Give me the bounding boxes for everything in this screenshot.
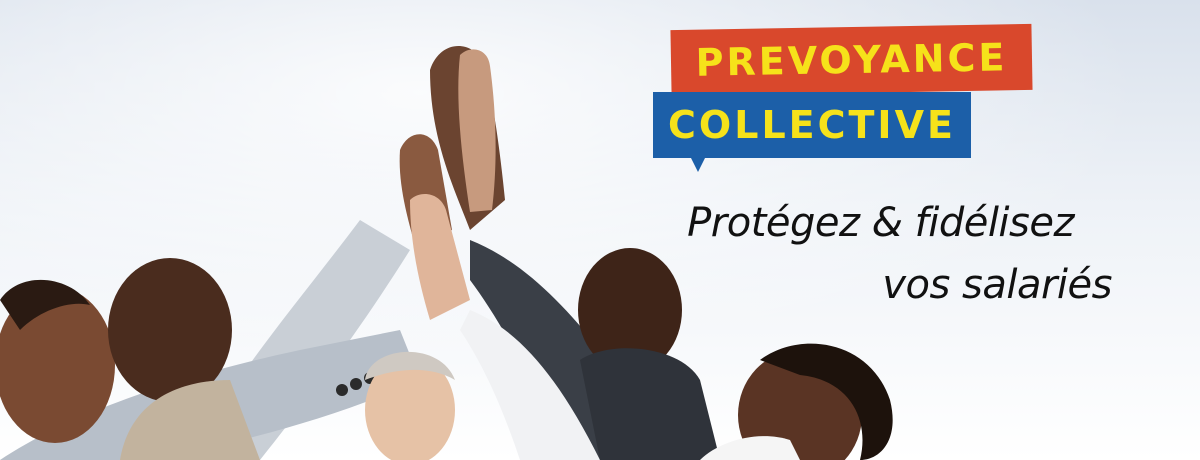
tagline-line-2: vos salariés xyxy=(882,262,1112,308)
speech-bubble-tail xyxy=(690,156,706,172)
tagline: Protégez & fidélisez vos salariés xyxy=(592,192,1112,316)
prevoyance-label: PREVOYANCE xyxy=(695,35,1008,85)
tagline-line-1: Protégez & fidélisez xyxy=(687,200,1074,246)
collective-badge: COLLECTIVE xyxy=(653,92,971,158)
prevoyance-badge: PREVOYANCE xyxy=(670,23,1033,97)
collective-label: COLLECTIVE xyxy=(668,103,956,147)
hero-banner: PREVOYANCE COLLECTIVE Protégez & fidélis… xyxy=(0,0,1200,460)
